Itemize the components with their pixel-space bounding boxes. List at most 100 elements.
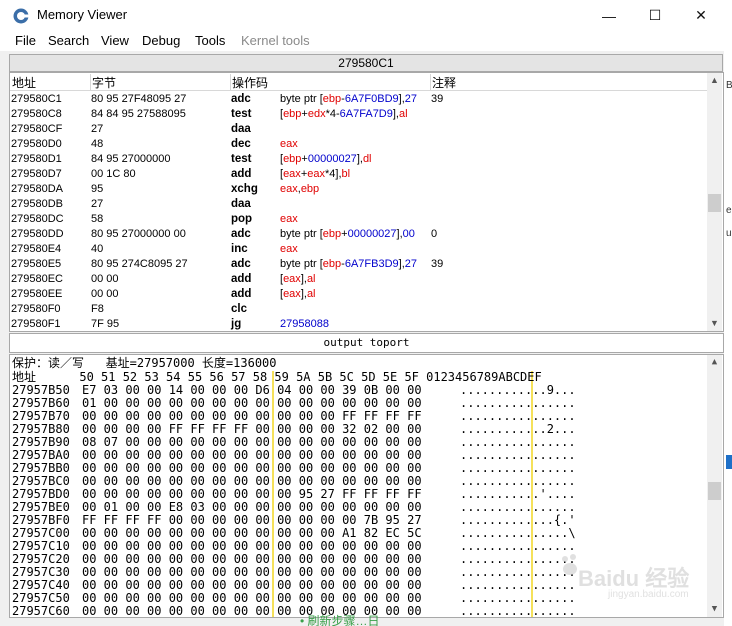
hex-scroll-thumb[interactable] xyxy=(708,482,721,500)
disasm-row[interactable]: 279580CF 27 daa xyxy=(10,122,708,137)
operand-token: eax xyxy=(307,168,325,180)
disasm-address: 279580E4 xyxy=(11,243,62,255)
operand-token: 6A7FA7D9 xyxy=(339,108,393,120)
scroll-down-icon[interactable]: ▼ xyxy=(707,316,722,331)
disasm-address: 279580D1 xyxy=(11,153,62,165)
disasm-bytes: 48 xyxy=(91,138,104,150)
disasm-opcode: jg xyxy=(231,318,242,330)
disasm-address: 279580F1 xyxy=(11,318,61,330)
background-strip xyxy=(724,0,732,626)
disassembler-panel[interactable]: 地址 字节 操作码 注释 279580C1 80 95 27F48095 27 ad… xyxy=(9,72,724,332)
disasm-row[interactable]: 279580F1 7F 95 jg 27958088 xyxy=(10,317,708,331)
disasm-row[interactable]: 279580EE 00 00 add [eax],al xyxy=(10,287,708,302)
disasm-operands: byte ptr [ebp-6A7FB3D9],27 xyxy=(280,257,417,272)
disasm-opcode: add xyxy=(231,273,252,285)
disasm-row[interactable]: 279580C8 84 84 95 27588095 test [ebp+edx*4-… xyxy=(10,107,708,122)
operand-token: 6A7FB3D9 xyxy=(344,258,399,270)
disasm-row[interactable]: 279580DC 58 pop eax xyxy=(10,212,708,227)
minimize-button[interactable]: — xyxy=(586,0,632,31)
disasm-opcode: test xyxy=(231,108,252,120)
disasm-address: 279580DD xyxy=(11,228,64,240)
disassembler-scroll-thumb[interactable] xyxy=(708,194,721,212)
hex-scrollbar[interactable]: ▲ ▼ xyxy=(707,355,722,617)
disasm-bytes: 27 xyxy=(91,198,104,210)
col-opcode[interactable]: 操作码 xyxy=(230,74,431,90)
disasm-opcode: adc xyxy=(231,258,251,270)
disasm-row[interactable]: 279580E4 40 inc eax xyxy=(10,242,708,257)
col-bytes[interactable]: 字节 xyxy=(90,74,231,90)
disasm-bytes: 58 xyxy=(91,213,104,225)
operand-token: eax xyxy=(283,288,301,300)
close-button[interactable]: ✕ xyxy=(678,0,724,31)
menu-bar: File Search View Debug Tools Kernel tool… xyxy=(0,31,724,51)
disasm-address: 279580C8 xyxy=(11,108,62,120)
disasm-row[interactable]: 279580EC 00 00 add [eax],al xyxy=(10,272,708,287)
disasm-opcode: inc xyxy=(231,243,248,255)
disasm-row[interactable]: 279580DB 27 daa xyxy=(10,197,708,212)
disasm-address: 279580C1 xyxy=(11,93,62,105)
disasm-comment: 39 xyxy=(431,258,444,270)
operand-token: ebp xyxy=(300,183,320,195)
disasm-operands: byte ptr [ebp-6A7F0BD9],27 xyxy=(280,92,417,107)
title-bar: Memory Viewer — ☐ ✕ xyxy=(0,0,724,31)
disasm-operands: [ebp+edx*4-6A7FA7D9],al xyxy=(280,107,408,122)
disasm-address: 279580CF xyxy=(11,123,63,135)
operand-token: eax xyxy=(280,213,298,225)
paw-icon xyxy=(562,554,577,575)
disasm-bytes: 40 xyxy=(91,243,104,255)
disasm-opcode: adc xyxy=(231,93,251,105)
disassembler-address-header[interactable]: 279580C1 xyxy=(9,54,723,72)
menu-view[interactable]: View xyxy=(101,33,129,48)
maximize-button[interactable]: ☐ xyxy=(632,0,678,31)
hex-info-line: 保护：读／写 基址=27957000 长度=136000 xyxy=(12,356,277,370)
hex-address: 27957C60 xyxy=(12,604,70,618)
menu-file[interactable]: File xyxy=(15,33,36,48)
hex-scroll-up-icon[interactable]: ▲ xyxy=(707,355,722,370)
col-address[interactable]: 地址 xyxy=(10,74,91,90)
disasm-row[interactable]: 279580E5 80 95 274C8095 27 adc byte ptr [eb… xyxy=(10,257,708,272)
menu-kernel-tools[interactable]: Kernel tools xyxy=(241,33,310,48)
disasm-address: 279580EE xyxy=(11,288,63,300)
operand-token: byte ptr [ xyxy=(280,93,323,105)
disasm-row[interactable]: 279580DA 95 xchg eax,ebp xyxy=(10,182,708,197)
disasm-address: 279580D7 xyxy=(11,168,62,180)
disasm-operands: eax xyxy=(280,242,298,257)
col-comment[interactable]: 注释 xyxy=(430,74,706,90)
disassembler-column-headers: 地址 字节 操作码 注释 xyxy=(10,73,708,91)
disasm-operands: [ebp+00000027],dl xyxy=(280,152,372,167)
disasm-row[interactable]: 279580D7 00 1C 80 add [eax+eax*4],bl xyxy=(10,167,708,182)
output-toport-bar: output toport xyxy=(9,333,724,353)
disasm-address: 279580DC xyxy=(11,213,64,225)
operand-token: 6A7F0BD9 xyxy=(344,93,399,105)
disasm-operands: [eax],al xyxy=(280,272,316,287)
disasm-opcode: clc xyxy=(231,303,247,315)
disasm-address: 279580F0 xyxy=(11,303,61,315)
disasm-bytes: 80 95 274C8095 27 xyxy=(91,258,188,270)
disasm-comment: 0 xyxy=(431,228,438,240)
disasm-bytes: 00 00 xyxy=(91,288,119,300)
disasm-comment: 39 xyxy=(431,93,444,105)
watermark-sub: jingyan.baidu.com xyxy=(608,589,689,600)
operand-token: eax xyxy=(283,168,301,180)
disasm-operands: eax xyxy=(280,212,298,227)
disasm-row[interactable]: 279580F0 F8 clc xyxy=(10,302,708,317)
menu-debug[interactable]: Debug xyxy=(142,33,180,48)
side-blue-block xyxy=(726,455,732,469)
disasm-row[interactable]: 279580D1 84 95 27000000 test [ebp+00000027]… xyxy=(10,152,708,167)
disasm-opcode: test xyxy=(231,153,252,165)
menu-tools[interactable]: Tools xyxy=(195,33,225,48)
disasm-row[interactable]: 279580D0 48 dec eax xyxy=(10,137,708,152)
disassembler-scrollbar[interactable]: ▲ ▼ xyxy=(707,73,722,331)
disasm-opcode: daa xyxy=(231,198,251,210)
disasm-row[interactable]: 279580DD 80 95 27000000 00 adc byte ptr [eb… xyxy=(10,227,708,242)
scroll-up-icon[interactable]: ▲ xyxy=(707,73,722,88)
operand-token: ebp xyxy=(322,228,342,240)
disasm-bytes: 00 1C 80 xyxy=(91,168,136,180)
operand-token: eax xyxy=(280,243,298,255)
disasm-row[interactable]: 279580C1 80 95 27F48095 27 adc byte ptr [eb… xyxy=(10,92,708,107)
operand-token: al xyxy=(399,108,408,120)
menu-search[interactable]: Search xyxy=(48,33,89,48)
disasm-operands: [eax+eax*4],bl xyxy=(280,167,350,182)
baidu-watermark: Baidu 经验 jingyan.baidu.com xyxy=(560,543,700,605)
hex-scroll-down-icon[interactable]: ▼ xyxy=(707,602,722,617)
